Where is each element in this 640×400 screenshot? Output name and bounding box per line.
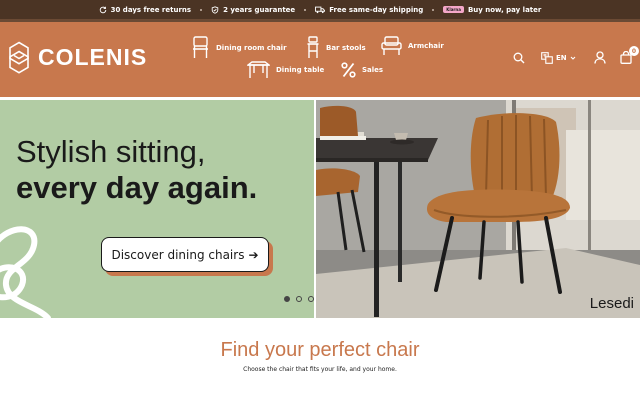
nav-dining-room-chair-label: Dining room chair	[216, 43, 287, 52]
carousel-pagination	[284, 296, 314, 302]
dining-chair-icon	[193, 36, 208, 58]
nav-armchair[interactable]: Armchair	[381, 36, 444, 56]
swirl-decoration	[0, 226, 51, 318]
nav-armchair-label: Armchair	[408, 42, 444, 50]
usp-klarna-label: Buy now, pay later	[467, 5, 542, 14]
usp-shipping: Free same-day shipping	[315, 6, 423, 14]
hero-title: Stylish sitting, every day again.	[16, 134, 257, 206]
section-subtitle: Choose the chair that fits your life, an…	[243, 366, 397, 373]
usp-klarna: Klarna Buy now, pay later	[443, 6, 541, 14]
percent-icon	[341, 62, 356, 78]
logo-hexagon-icon	[9, 41, 29, 74]
armchair-icon	[381, 36, 402, 55]
discover-dining-chairs-button[interactable]: Discover dining chairs ➔	[101, 237, 269, 272]
carousel-dot-3[interactable]	[308, 296, 314, 302]
search-button[interactable]	[513, 52, 525, 64]
language-selector[interactable]: EN	[541, 52, 576, 64]
hero-banner: Stylish sitting, every day again. Discov…	[0, 100, 640, 318]
truck-icon	[315, 6, 326, 13]
hero-photo	[316, 100, 640, 318]
nav-bar-stools-label: Bar stools	[326, 43, 366, 52]
separator-dot	[432, 8, 435, 11]
separator-dot	[200, 8, 203, 11]
chevron-down-icon	[570, 56, 576, 60]
nav-dining-table-label: Dining table	[276, 66, 325, 74]
language-code: EN	[556, 54, 567, 62]
hero-title-line2: every day again.	[16, 170, 258, 205]
nav-dining-room-chair[interactable]: Dining room chair	[191, 36, 287, 59]
hero-text-panel: Stylish sitting, every day again. Discov…	[0, 100, 314, 318]
usp-shipping-label: Free same-day shipping	[329, 5, 424, 14]
dining-table-icon	[247, 61, 270, 78]
carousel-dot-1[interactable]	[284, 296, 290, 302]
nav-sales[interactable]: Sales	[341, 62, 383, 78]
search-icon	[513, 52, 525, 64]
logo-text: COLENIS	[38, 44, 148, 70]
site-header: COLENIS Dining room chair Bar stools Arm…	[0, 22, 640, 97]
nav-bar-stools[interactable]: Bar stools	[306, 36, 366, 59]
user-icon	[594, 51, 606, 64]
bar-stool-icon	[307, 36, 319, 58]
usp-returns-label: 30 days free returns	[110, 5, 192, 14]
carousel-dot-2[interactable]	[296, 296, 302, 302]
account-button[interactable]	[594, 51, 606, 64]
translate-icon	[541, 52, 553, 64]
shield-check-icon	[211, 5, 219, 14]
usp-guarantee: 2 years guarantee	[211, 6, 295, 14]
cart-count-badge: 0	[629, 46, 639, 56]
separator-dot	[304, 8, 307, 11]
refresh-icon	[99, 6, 106, 13]
nav-sales-label: Sales	[362, 66, 384, 74]
usp-guarantee-label: 2 years guarantee	[223, 5, 296, 14]
announcement-bar: 30 days free returns 2 years guarantee F…	[0, 0, 640, 19]
cta-label: Discover dining chairs	[111, 247, 245, 262]
nav-dining-table[interactable]: Dining table	[247, 61, 324, 79]
arrow-right-icon: ➔	[248, 247, 259, 262]
site-logo[interactable]: COLENIS	[8, 41, 147, 74]
cart-button[interactable]: 0	[620, 46, 639, 64]
product-caption[interactable]: Lesedi	[590, 295, 634, 312]
dining-room-photo	[316, 100, 640, 318]
hero-title-line1: Stylish sitting,	[16, 134, 206, 169]
klarna-logo: Klarna	[443, 6, 464, 13]
usp-returns: 30 days free returns	[99, 6, 191, 14]
section-title: Find your perfect chair	[220, 339, 420, 361]
